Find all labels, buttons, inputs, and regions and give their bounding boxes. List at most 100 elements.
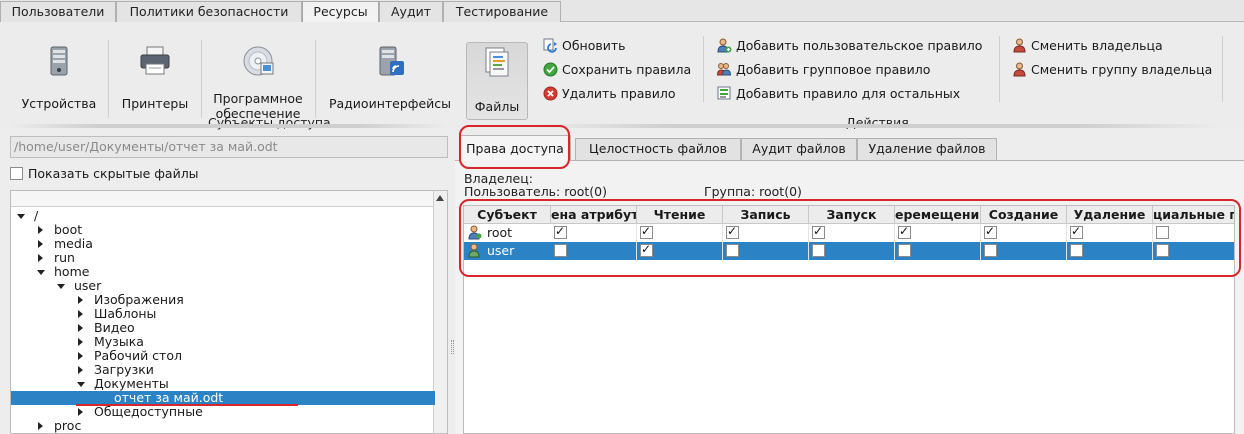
save-rules-action[interactable]: Сохранить правила xyxy=(543,60,691,80)
tree-item-proc[interactable]: proc xyxy=(11,419,435,433)
collapsed-arrow-icon[interactable] xyxy=(38,422,43,430)
show-hidden-label: Показать скрытые файлы xyxy=(28,166,199,181)
printers-button[interactable]: Принтеры xyxy=(114,40,196,124)
expanded-arrow-icon[interactable] xyxy=(77,382,85,387)
collapsed-arrow-icon[interactable] xyxy=(78,352,83,360)
radio-interfaces-label: Радиоинтерфейсы xyxy=(328,96,452,111)
change-owner-group-action[interactable]: Сменить группу владельца xyxy=(1012,60,1212,80)
tab-file-integrity[interactable]: Целостность файлов xyxy=(575,138,741,160)
collapsed-arrow-icon[interactable] xyxy=(38,240,43,248)
tab-file-audit[interactable]: Аудит файлов xyxy=(741,138,857,160)
hard-drive-icon xyxy=(50,46,68,76)
refresh-action[interactable]: Обновить xyxy=(543,36,626,56)
add-user-rule-label: Добавить пользовательское правило xyxy=(736,38,983,53)
add-user-rule-action[interactable]: Добавить пользовательское правило xyxy=(717,36,982,56)
delete-rule-action[interactable]: Удалить правило xyxy=(543,84,676,104)
devices-button[interactable]: Устройства xyxy=(14,40,104,124)
show-hidden-checkbox[interactable] xyxy=(10,167,23,180)
change-owner-group-label: Сменить группу владельца xyxy=(1031,62,1213,77)
tree-item-videos[interactable]: Видео xyxy=(11,321,435,335)
section-divider xyxy=(10,124,448,128)
tree-item-label: / xyxy=(34,208,39,223)
expanded-arrow-icon[interactable] xyxy=(57,284,65,289)
collapsed-arrow-icon[interactable] xyxy=(78,338,83,346)
collapsed-arrow-icon[interactable] xyxy=(38,226,43,234)
tree-item-label: Изображения xyxy=(94,292,184,307)
owner-user: Пользователь: root(0) xyxy=(464,184,608,199)
expanded-arrow-icon[interactable] xyxy=(17,214,25,219)
owner-group: Группа: root(0) xyxy=(704,184,802,199)
annotation-box-tab xyxy=(459,125,570,169)
annotation-underline xyxy=(76,404,298,406)
tree-item-report-file[interactable]: отчет за май.odt xyxy=(11,391,435,405)
collapsed-arrow-icon[interactable] xyxy=(78,310,83,318)
tree-item-run[interactable]: run xyxy=(11,251,435,265)
tree-item-home[interactable]: home xyxy=(11,265,435,279)
change-owner-label: Сменить владельца xyxy=(1031,38,1163,53)
printers-label: Принтеры xyxy=(121,96,189,111)
tree-item-public[interactable]: Общедоступные xyxy=(11,405,435,419)
tree-item-root[interactable]: / xyxy=(11,209,435,223)
tree-item-media[interactable]: media xyxy=(11,237,435,251)
tree-item-downloads[interactable]: Загрузки xyxy=(11,363,435,377)
tab-file-deletion[interactable]: Удаление файлов xyxy=(857,138,997,160)
add-user-icon xyxy=(717,38,732,53)
cd-disc-icon xyxy=(243,46,274,76)
collapsed-arrow-icon[interactable] xyxy=(78,366,83,374)
tree-item-label: proc xyxy=(54,418,82,433)
tree-item-pictures[interactable]: Изображения xyxy=(11,293,435,307)
devices-label: Устройства xyxy=(21,96,97,111)
tab-security-policies[interactable]: Политики безопасности xyxy=(116,1,302,22)
add-others-icon xyxy=(717,86,731,100)
show-hidden-files[interactable]: Показать скрытые файлы xyxy=(10,166,199,181)
ribbon-divider xyxy=(1222,36,1223,102)
tab-baseline xyxy=(455,160,1244,161)
file-tree: / boot media run home user Изображения Ш… xyxy=(10,190,448,434)
tree-item-label: Музыка xyxy=(94,334,144,349)
collapsed-arrow-icon[interactable] xyxy=(78,296,83,304)
files-icon xyxy=(485,47,509,77)
owner-group-icon xyxy=(1013,62,1026,77)
tab-users[interactable]: Пользователи xyxy=(0,1,116,22)
add-others-rule-action[interactable]: Добавить правило для остальных xyxy=(717,84,960,104)
main-tab-bar: Пользователи Политики безопасности Ресур… xyxy=(0,0,1244,23)
refresh-icon xyxy=(543,38,557,53)
add-group-icon xyxy=(717,63,732,76)
collapsed-arrow-icon[interactable] xyxy=(78,408,83,416)
ribbon-divider xyxy=(108,40,109,118)
add-others-rule-label: Добавить правило для остальных xyxy=(736,86,961,101)
ribbon-divider xyxy=(201,40,202,118)
software-button[interactable]: Программное обеспечение xyxy=(206,40,310,124)
tree-item-desktop[interactable]: Рабочий стол xyxy=(11,349,435,363)
ribbon-toolbar: Устройства Принтеры Программное обеспече… xyxy=(0,22,1244,134)
tree-item-label: Общедоступные xyxy=(94,404,203,419)
change-owner-action[interactable]: Сменить владельца xyxy=(1012,36,1163,56)
tree-item-label: Загрузки xyxy=(94,362,154,377)
path-field[interactable]: /home/user/Документы/отчет за май.odt xyxy=(10,136,448,158)
radio-interfaces-button[interactable]: Радиоинтерфейсы xyxy=(320,40,460,124)
tree-item-templates[interactable]: Шаблоны xyxy=(11,307,435,321)
panel-splitter-handle[interactable] xyxy=(451,340,454,354)
tab-resources[interactable]: Ресурсы xyxy=(302,1,379,23)
scroll-up-arrow-icon[interactable] xyxy=(436,195,444,201)
tree-scrollbar[interactable] xyxy=(433,191,447,433)
collapsed-arrow-icon[interactable] xyxy=(38,254,43,262)
tab-audit[interactable]: Аудит xyxy=(379,1,443,22)
files-button[interactable]: Файлы xyxy=(466,42,528,120)
tree-item-music[interactable]: Музыка xyxy=(11,335,435,349)
delete-icon xyxy=(543,86,558,101)
tree-item-documents[interactable]: Документы xyxy=(11,377,435,391)
collapsed-arrow-icon[interactable] xyxy=(78,324,83,332)
tree-item-label: boot xyxy=(54,222,83,237)
add-group-rule-action[interactable]: Добавить групповое правило xyxy=(717,60,930,80)
tree-item-label: Видео xyxy=(94,320,135,335)
tree-item-label: user xyxy=(74,278,102,293)
tree-item-user[interactable]: user xyxy=(11,279,435,293)
tab-testing[interactable]: Тестирование xyxy=(443,1,561,22)
add-group-rule-label: Добавить групповое правило xyxy=(736,62,931,77)
tree-item-boot[interactable]: boot xyxy=(11,223,435,237)
printer-icon xyxy=(140,46,170,75)
tree-item-label: отчет за май.odt xyxy=(114,390,224,405)
expanded-arrow-icon[interactable] xyxy=(37,270,45,275)
files-label: Файлы xyxy=(474,99,520,114)
